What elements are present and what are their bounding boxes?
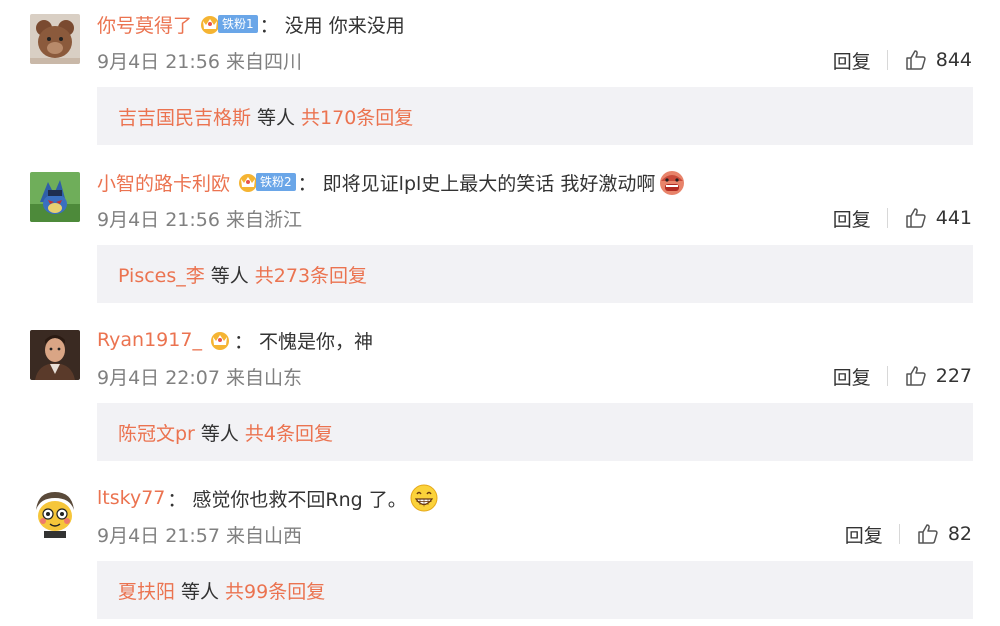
like-button[interactable]: 844: [904, 48, 972, 72]
like-button[interactable]: 227: [904, 364, 972, 388]
username-link[interactable]: 小智的路卡利欧: [97, 169, 230, 196]
fan-badge[interactable]: 铁粉1: [198, 13, 258, 35]
comment-meta: 9月4日 21:56 来自浙江: [97, 209, 303, 231]
divider: [898, 524, 900, 544]
comment-item: 你号莫得了 铁粉1 ： 没用 你来没用 9月4日 21:56 来自四川 回复 8…: [0, 0, 1000, 158]
reply-button[interactable]: 回复: [833, 363, 871, 390]
comment-header: 你号莫得了 铁粉1 ： 没用 你来没用: [97, 9, 405, 39]
avatar[interactable]: [30, 330, 80, 380]
reply-button[interactable]: 回复: [833, 205, 871, 232]
replies-summary: 吉吉国民吉格斯 等人 共170条回复: [97, 87, 973, 145]
replies-summary: 夏扶阳 等人 共99条回复: [97, 561, 973, 619]
thumbs-up-icon: [905, 366, 926, 386]
comment-text: 没用 你来没用: [284, 14, 405, 37]
reply-user-link[interactable]: 夏扶阳: [118, 577, 175, 604]
comment-actions: 回复 441: [833, 203, 972, 233]
reply-button[interactable]: 回复: [833, 47, 871, 74]
avatar[interactable]: [30, 172, 80, 222]
comment-list: 你号莫得了 铁粉1 ： 没用 你来没用 9月4日 21:56 来自四川 回复 8…: [0, 0, 1000, 626]
reply-user-link[interactable]: 吉吉国民吉格斯: [118, 103, 251, 130]
reply-middle-text: 等人: [257, 106, 296, 129]
comment-text: 即将见证lpl史上最大的笑话 我好激动啊: [322, 172, 656, 195]
cartoon-avatar-icon: [30, 488, 80, 538]
comment-text: 感觉你也救不回Rng 了。: [192, 488, 407, 511]
avatar[interactable]: [30, 488, 80, 538]
like-count: 441: [935, 207, 972, 229]
divider: [886, 366, 888, 386]
comment-actions: 回复 82: [845, 519, 972, 549]
colon-separator: ：: [259, 14, 279, 37]
comment-item: 小智的路卡利欧 铁粉2 ： 即将见证lpl史上最大的笑话 我好激动啊 9月4日 …: [0, 158, 1000, 316]
colon-separator: ：: [167, 488, 187, 511]
divider: [886, 50, 888, 70]
comment-actions: 回复 227: [833, 361, 972, 391]
excited-emoji-icon: [660, 171, 685, 195]
fan-badge[interactable]: 铁粉2: [236, 171, 296, 193]
comment-meta: 9月4日 21:57 来自山西: [97, 525, 303, 547]
thumbs-up-icon: [905, 50, 926, 70]
comment-meta: 9月4日 21:56 来自四川: [97, 51, 303, 73]
comment-header: 小智的路卡利欧 铁粉2 ： 即将见证lpl史上最大的笑话 我好激动啊: [97, 167, 687, 197]
username-link[interactable]: 你号莫得了: [97, 11, 192, 38]
vip-badge[interactable]: [208, 329, 232, 351]
view-replies-link[interactable]: 共4条回复: [245, 419, 333, 446]
colon-separator: ：: [233, 330, 253, 353]
crown-icon: [210, 332, 229, 350]
like-button[interactable]: 82: [916, 522, 972, 546]
grin-emoji-icon: [410, 484, 438, 512]
divider: [886, 208, 888, 228]
reply-user-link[interactable]: Pisces_李: [118, 261, 205, 288]
reply-user-link[interactable]: 陈冠文pr: [118, 419, 195, 446]
view-replies-link[interactable]: 共273条回复: [255, 261, 367, 288]
comment-item: ltsky77 ： 感觉你也救不回Rng 了。 9月4日 21:57 来自山西 …: [0, 474, 1000, 626]
comment-header: Ryan1917_ ： 不愧是你，神: [97, 325, 373, 355]
comment-header: ltsky77 ： 感觉你也救不回Rng 了。: [97, 483, 439, 513]
username-link[interactable]: ltsky77: [97, 487, 165, 509]
teddy-bear-avatar-icon: [30, 14, 80, 64]
reply-middle-text: 等人: [181, 580, 220, 603]
thumbs-up-icon: [918, 524, 938, 544]
colon-separator: ：: [297, 172, 317, 195]
comment-actions: 回复 844: [833, 45, 972, 75]
like-count: 844: [935, 49, 972, 71]
thumbs-up-icon: [905, 208, 926, 228]
reply-middle-text: 等人: [200, 422, 239, 445]
view-replies-link[interactable]: 共99条回复: [225, 577, 325, 604]
fan-level-label: 铁粉2: [256, 173, 296, 191]
reply-middle-text: 等人: [210, 264, 249, 287]
lucario-avatar-icon: [30, 172, 80, 222]
man-portrait-avatar-icon: [30, 330, 80, 380]
reply-button[interactable]: 回复: [845, 521, 883, 548]
like-count: 227: [935, 365, 972, 387]
replies-summary: Pisces_李 等人 共273条回复: [97, 245, 973, 303]
comment-meta: 9月4日 22:07 来自山东: [97, 367, 303, 389]
comment-item: Ryan1917_ ： 不愧是你，神 9月4日 22:07 来自山东 回复 22…: [0, 316, 1000, 474]
avatar[interactable]: [30, 14, 80, 64]
username-link[interactable]: Ryan1917_: [97, 329, 202, 351]
like-button[interactable]: 441: [904, 206, 972, 230]
view-replies-link[interactable]: 共170条回复: [301, 103, 413, 130]
like-count: 82: [947, 523, 972, 545]
comment-text: 不愧是你，神: [258, 330, 373, 353]
replies-summary: 陈冠文pr 等人 共4条回复: [97, 403, 973, 461]
fan-level-label: 铁粉1: [218, 15, 258, 33]
